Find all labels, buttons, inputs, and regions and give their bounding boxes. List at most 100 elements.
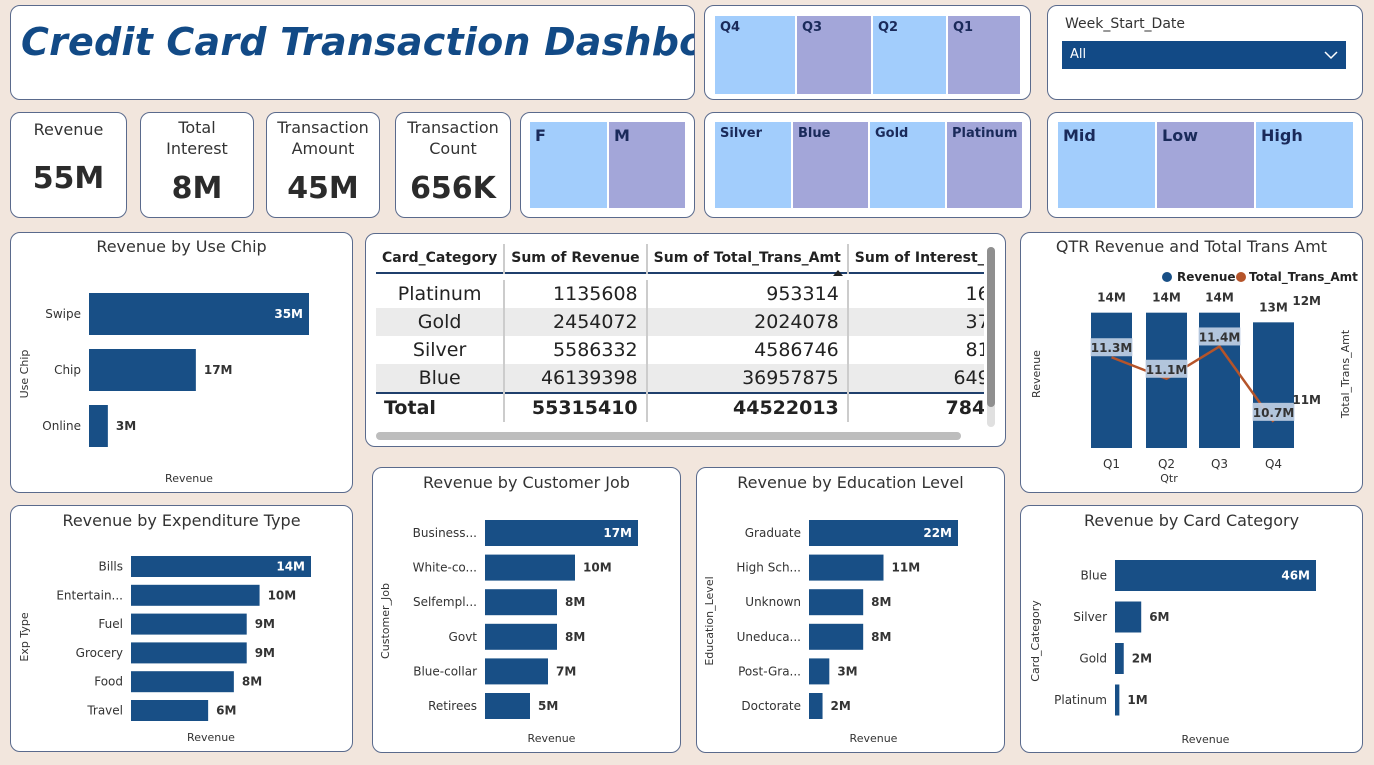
cell: Gold bbox=[376, 308, 506, 336]
data-label: 14M bbox=[1152, 291, 1181, 305]
cell: 36957875 bbox=[646, 364, 849, 393]
scrollbar-thumb[interactable] bbox=[987, 247, 995, 407]
bar[interactable] bbox=[89, 349, 196, 391]
bar[interactable] bbox=[1146, 312, 1187, 448]
cell: 2024078 bbox=[646, 308, 849, 336]
bar[interactable] bbox=[485, 658, 548, 685]
table-row: Silver 5586332 4586746 812085 bbox=[376, 336, 984, 364]
title-card: Credit Card Transaction Dashboard bbox=[10, 5, 695, 100]
bar[interactable] bbox=[485, 693, 530, 719]
category-label: Grocery bbox=[76, 646, 123, 660]
card-tile-platinum[interactable]: Platinum bbox=[947, 122, 1022, 208]
bar[interactable] bbox=[809, 693, 823, 719]
chart-card-category: Revenue by Card Category Blue 46M Silver 6M… bbox=[1020, 505, 1363, 753]
data-label: 6M bbox=[1149, 610, 1169, 624]
category-label: Graduate bbox=[745, 526, 801, 540]
data-label: 13M bbox=[1259, 300, 1288, 314]
horizontal-scrollbar[interactable] bbox=[376, 432, 961, 440]
column-header[interactable]: Sum of Interest_Earned bbox=[847, 244, 984, 273]
data-label: 8M bbox=[565, 595, 585, 609]
line-data-label: 11.1M bbox=[1146, 363, 1188, 377]
x-axis-label: Qtr bbox=[1160, 472, 1178, 485]
gender-tile-m[interactable]: M bbox=[609, 122, 685, 208]
bar[interactable] bbox=[809, 589, 864, 616]
bar[interactable] bbox=[89, 405, 108, 447]
data-label: 17M bbox=[603, 526, 632, 540]
line-series[interactable] bbox=[1111, 344, 1275, 423]
bar[interactable] bbox=[131, 642, 247, 664]
bar[interactable] bbox=[485, 623, 557, 650]
kpi-value: 656K bbox=[410, 171, 496, 206]
data-label: 1M bbox=[1127, 693, 1147, 707]
bar[interactable] bbox=[131, 613, 247, 635]
bar[interactable] bbox=[485, 554, 575, 581]
category-label: Blue bbox=[1080, 569, 1107, 583]
data-label: 3M bbox=[837, 664, 857, 678]
cell: 5586332 bbox=[504, 336, 648, 364]
category-label: Online bbox=[42, 419, 81, 433]
table-viewport: Card_Category Sum of Revenue Sum of Tota… bbox=[366, 234, 984, 426]
card-slicer: Silver Blue Gold Platinum bbox=[704, 112, 1031, 218]
data-label: 9M bbox=[255, 646, 275, 660]
quarter-tile-q4[interactable]: Q4 bbox=[715, 16, 795, 94]
bar[interactable] bbox=[131, 700, 209, 721]
kpi-value: 45M bbox=[287, 171, 359, 206]
legend-marker-trans-amt bbox=[1236, 272, 1246, 282]
kpi-label: Revenue bbox=[33, 120, 104, 139]
x-axis-label: Revenue bbox=[528, 732, 576, 745]
column-header[interactable]: Sum of Revenue bbox=[504, 244, 648, 273]
bar[interactable] bbox=[1115, 684, 1120, 716]
column-header[interactable]: Card_Category bbox=[376, 244, 506, 273]
vertical-scrollbar[interactable] bbox=[987, 247, 995, 427]
quarter-tile-q2[interactable]: Q2 bbox=[873, 16, 946, 94]
quarter-tile-q3[interactable]: Q3 bbox=[797, 16, 871, 94]
week-dropdown[interactable]: All bbox=[1062, 41, 1346, 69]
column-header[interactable]: Sum of Total_Trans_Amt bbox=[646, 244, 849, 273]
table-row: Gold 2454072 2024078 373788 bbox=[376, 308, 984, 336]
income-tile-high[interactable]: High bbox=[1256, 122, 1353, 208]
cell: 373788 bbox=[847, 308, 984, 336]
category-label: Platinum bbox=[1054, 693, 1107, 707]
category-label: High Sch... bbox=[736, 561, 801, 575]
card-tile-blue[interactable]: Blue bbox=[793, 122, 868, 208]
income-tile-low[interactable]: Low bbox=[1157, 122, 1254, 208]
bar[interactable] bbox=[131, 671, 234, 693]
quarter-slicer: Q4 Q3 Q2 Q1 bbox=[704, 5, 1031, 100]
category-label: Swipe bbox=[45, 307, 81, 321]
income-tile-mid[interactable]: Mid bbox=[1058, 122, 1155, 208]
data-label: 2M bbox=[831, 699, 851, 713]
card-category-table: Card_Category Sum of Revenue Sum of Tota… bbox=[365, 233, 1006, 447]
bar[interactable] bbox=[809, 658, 830, 685]
category-label: Q2 bbox=[1158, 457, 1175, 471]
cell: Total bbox=[376, 392, 506, 422]
card-tile-gold[interactable]: Gold bbox=[870, 122, 945, 208]
bar[interactable] bbox=[1115, 643, 1124, 674]
bar[interactable] bbox=[1115, 601, 1142, 633]
category-label: Blue-collar bbox=[413, 664, 477, 678]
category-label: Q4 bbox=[1265, 457, 1282, 471]
bar[interactable] bbox=[1253, 322, 1294, 448]
data-label: 10M bbox=[583, 561, 612, 575]
chart-education: Revenue by Education Level Graduate 22M Hi… bbox=[696, 467, 1005, 753]
category-label: Unknown bbox=[745, 595, 801, 609]
bar[interactable] bbox=[809, 623, 864, 650]
y-axis-label: Revenue bbox=[1030, 350, 1043, 398]
gender-tile-f[interactable]: F bbox=[530, 122, 607, 208]
week-slicer-label: Week_Start_Date bbox=[1065, 16, 1186, 32]
y2-tick-label: 12M bbox=[1292, 294, 1321, 308]
chevron-down-icon bbox=[1324, 51, 1338, 60]
bar[interactable] bbox=[1091, 312, 1132, 448]
bar[interactable] bbox=[485, 589, 557, 616]
card-tile-silver[interactable]: Silver bbox=[715, 122, 791, 208]
y-axis-label: Use Chip bbox=[18, 350, 31, 399]
quarter-tile-q1[interactable]: Q1 bbox=[948, 16, 1020, 94]
chart-customer-job: Revenue by Customer Job Business... 17M Wh… bbox=[372, 467, 681, 753]
bar[interactable] bbox=[809, 554, 884, 581]
cell: 812085 bbox=[847, 336, 984, 364]
legend-label: Revenue bbox=[1177, 270, 1236, 284]
table-total-row: Total 55315410 44522013 7843381 bbox=[376, 392, 984, 422]
category-label: Business... bbox=[413, 526, 477, 540]
gender-slicer: F M bbox=[520, 112, 695, 218]
category-label: Entertain... bbox=[56, 588, 123, 602]
bar[interactable] bbox=[131, 584, 260, 606]
